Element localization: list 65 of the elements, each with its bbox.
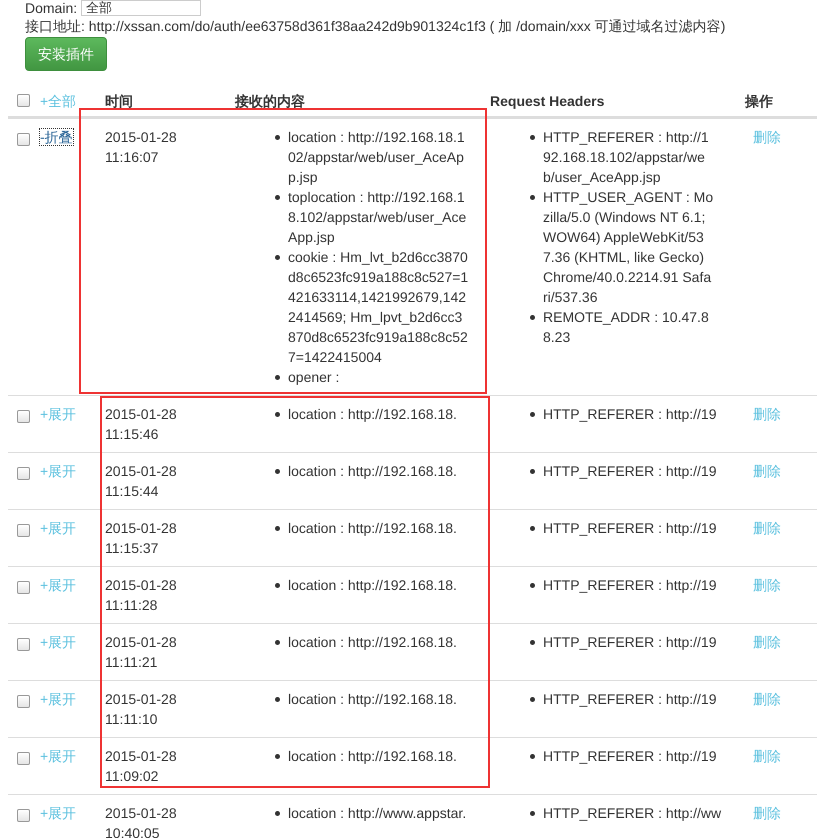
domain-select[interactable]: 全部 [81, 0, 202, 16]
timestamp: 2015-01-28 [105, 747, 178, 766]
header-entry: REMOTE_ADDR : 10.47.88.23 [543, 308, 710, 347]
header-entry: HTTP_REFERER : http://19 [543, 519, 716, 538]
content-entry: opener : [288, 368, 340, 387]
delete-link[interactable]: 删除 [753, 691, 781, 707]
expand-toggle-link[interactable]: +展开 [40, 463, 76, 479]
timestamp: 11:16:07 [105, 148, 160, 167]
header-entry: HTTP_REFERER : http://19 [543, 405, 716, 424]
expand-all-link[interactable]: +全部 [40, 93, 76, 109]
header-entry: HTTP_USER_AGENT : Mozilla/5.0 (Windows NT 6.1; WOW64) AppleWebKit/537.36 (KHTML, like Gecko) Chrome/40.0.2214.91 Safari/537.36 [543, 188, 714, 307]
expand-toggle-link[interactable]: +展开 [40, 520, 76, 536]
expand-toggle-link[interactable]: +展开 [40, 577, 76, 593]
delete-link[interactable]: 删除 [753, 406, 781, 422]
expand-toggle-link[interactable]: +展开 [40, 691, 76, 707]
content-entry: location : http://192.168.18. [288, 576, 457, 595]
column-header: 接收的内容 [235, 93, 305, 109]
delete-link[interactable]: 删除 [753, 129, 781, 145]
delete-link[interactable]: 删除 [753, 577, 781, 593]
domain-label: Domain: [25, 0, 78, 16]
timestamp: 2015-01-28 [105, 462, 178, 481]
content-entry: location : http://192.168.18. [288, 690, 457, 709]
content-entry: location : http://192.168.18. [288, 519, 457, 538]
column-header: 时间 [105, 93, 133, 109]
header-entry: HTTP_REFERER : http://19 [543, 747, 716, 766]
api-address: 接口地址: http://xssan.com/do/auth/ee63758d361f38aa242d9b901324c1f3 ( 加 /domain/xxx 可通过域名过滤内容) [25, 17, 726, 36]
timestamp: 2015-01-28 [105, 128, 178, 147]
timestamp: 11:11:10 [105, 710, 158, 729]
timestamp: 11:11:21 [105, 653, 158, 672]
content-entry: location : http://192.168.18. [288, 405, 457, 424]
timestamp: 10:40:05 [105, 824, 160, 838]
header-entry: HTTP_REFERER : http://ww [543, 804, 722, 823]
timestamp: 2015-01-28 [105, 633, 178, 652]
timestamp: 2015-01-28 [105, 576, 178, 595]
timestamp: 11:15:46 [105, 425, 160, 444]
delete-link[interactable]: 删除 [753, 520, 781, 536]
timestamp: 2015-01-28 [105, 519, 178, 538]
delete-link[interactable]: 删除 [753, 463, 781, 479]
expand-toggle-link[interactable]: +展开 [40, 805, 76, 821]
header-entry: HTTP_REFERER : http://19 [543, 576, 716, 595]
column-header: Request Headers [490, 93, 604, 109]
install-plugin-button[interactable]: 安装插件 [25, 37, 107, 71]
timestamp: 11:09:02 [105, 767, 160, 786]
expand-toggle-link[interactable]: +展开 [40, 634, 76, 650]
expand-toggle-link[interactable]: +展开 [40, 748, 76, 764]
content-entry: location : http://192.168.18. [288, 462, 457, 481]
content-entry: location : http://192.168.18. [288, 747, 457, 766]
content-entry: location : http://www.appstar. [288, 804, 466, 823]
timestamp: 11:11:28 [105, 596, 158, 615]
header-entry: HTTP_REFERER : http://19 [543, 462, 716, 481]
header-entry: HTTP_REFERER : http://192.168.18.102/appstar/web/user_AceApp.jsp [543, 128, 710, 187]
timestamp: 2015-01-28 [105, 804, 178, 823]
timestamp: 2015-01-28 [105, 405, 178, 424]
delete-link[interactable]: 删除 [753, 634, 781, 650]
expand-toggle-link[interactable]: -折叠 [40, 129, 73, 145]
delete-link[interactable]: 删除 [753, 748, 781, 764]
header-entry: HTTP_REFERER : http://19 [543, 690, 716, 709]
timestamp: 11:15:44 [105, 482, 160, 501]
content-entry: location : http://192.168.18. [288, 633, 457, 652]
delete-link[interactable]: 删除 [753, 805, 781, 821]
column-header: 操作 [745, 93, 773, 109]
expand-toggle-link[interactable]: +展开 [40, 406, 76, 422]
timestamp: 2015-01-28 [105, 690, 178, 709]
timestamp: 11:15:37 [105, 539, 160, 558]
header-entry: HTTP_REFERER : http://19 [543, 633, 716, 652]
